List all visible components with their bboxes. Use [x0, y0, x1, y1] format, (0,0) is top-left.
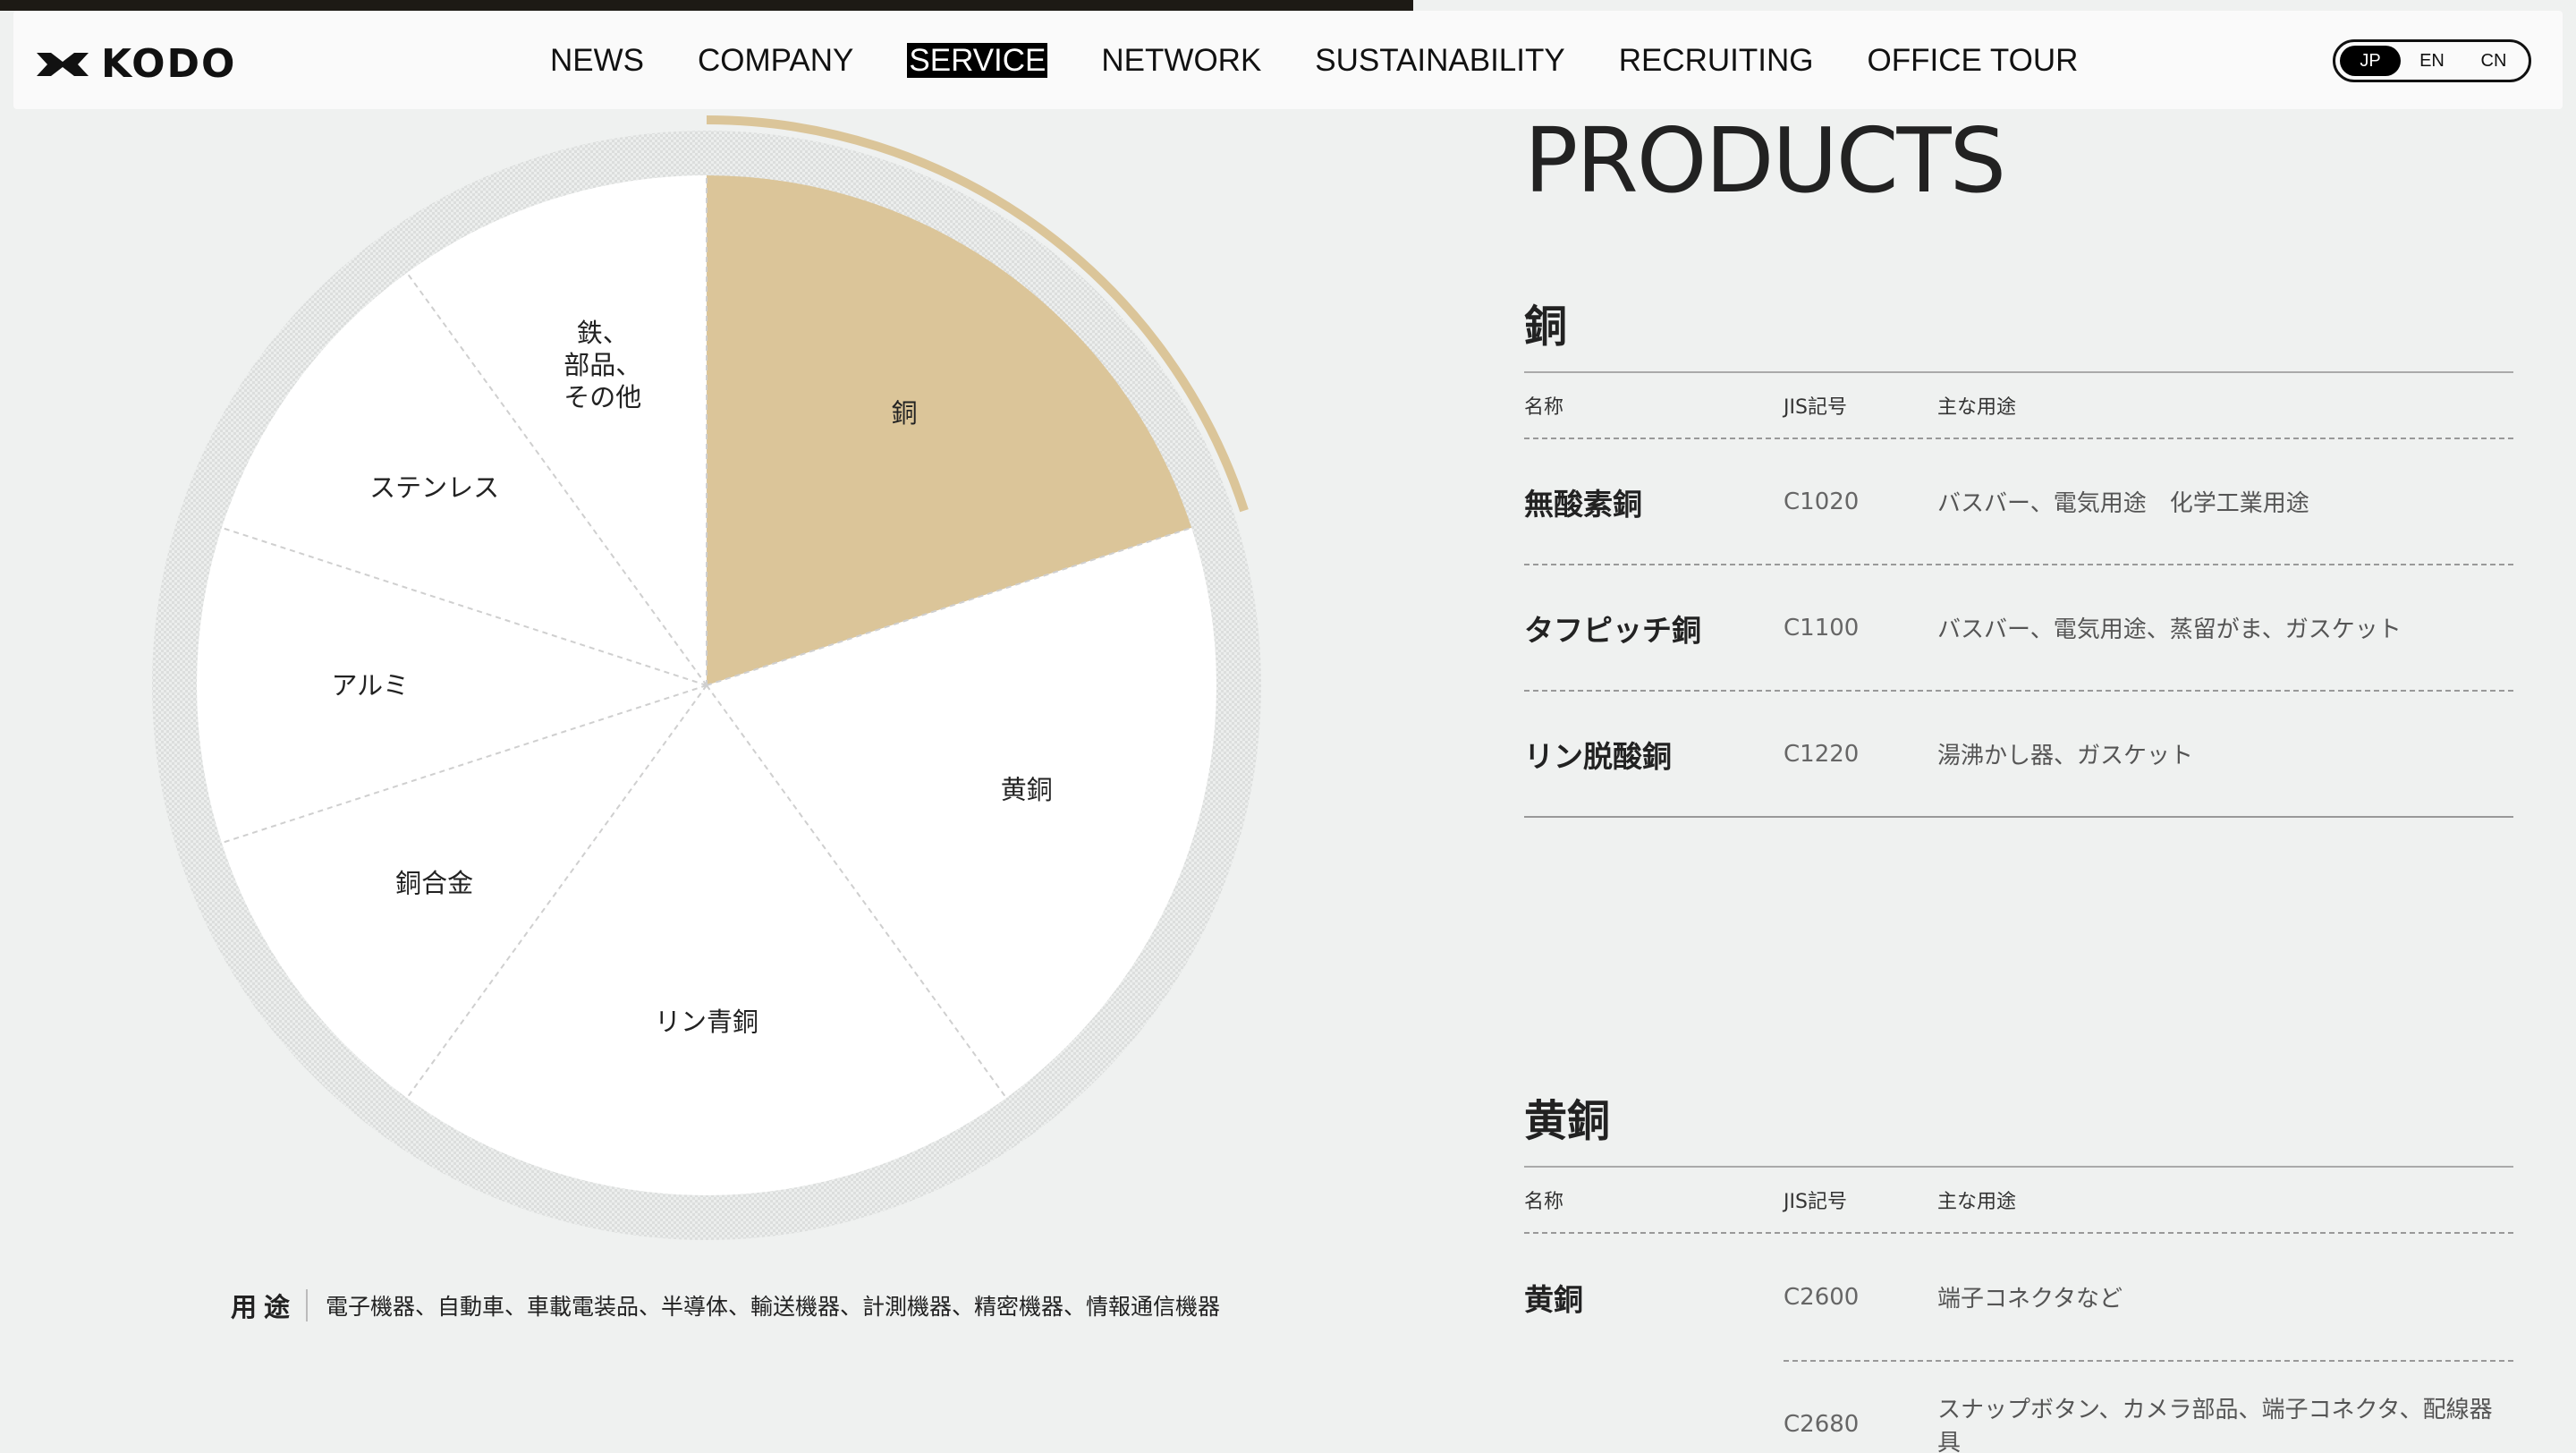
nav-service[interactable]: SERVICE: [907, 42, 1048, 78]
products-section: PRODUCTS 銅 名称 JIS記号 主な用途 無酸素銅 C1020 バスバー…: [1524, 108, 2513, 1453]
product-jis: C2600: [1784, 1283, 1860, 1311]
products-title: PRODUCTS: [1524, 108, 2006, 213]
product-jis: C2680: [1784, 1410, 1860, 1438]
table-row: C2680 スナップボタン、カメラ部品、端子コネクタ、配線器具: [1784, 1360, 2513, 1453]
table-header: 名称 JIS記号 主な用途: [1524, 373, 2513, 439]
product-name: 無酸素銅: [1524, 486, 1642, 522]
usage-divider: [306, 1289, 309, 1321]
usage-text: 電子機器、自動車、車載電装品、半導体、輸送機器、計測機器、精密機器、情報通信機器: [326, 1294, 1221, 1320]
category-copper: 銅 名称 JIS記号 主な用途 無酸素銅 C1020 バスバー、電気用途 化学工…: [1524, 291, 2513, 818]
product-use: バスバー、電気用途、蒸留がま、ガスケット: [1937, 616, 2402, 643]
nav-office-tour[interactable]: OFFICE TOUR: [1868, 43, 2079, 78]
table-row: 黄銅 C2600 端子コネクタなど: [1524, 1234, 2513, 1360]
lang-cn-button[interactable]: CN: [2463, 46, 2524, 76]
usage-line: 用途 電子機器、自動車、車載電装品、半導体、輸送機器、計測機器、精密機器、情報通…: [231, 1287, 1220, 1324]
product-name: リン脱酸銅: [1524, 738, 1672, 774]
nav-recruiting[interactable]: RECRUITING: [1619, 43, 1814, 78]
lang-jp-button[interactable]: JP: [2340, 46, 2401, 76]
slice-label: リン青銅: [655, 1007, 758, 1037]
material-pie-chart: 銅黄銅 リン青銅 銅合金 アルミ ステンレス 鉄、部品、その他: [0, 0, 1413, 1453]
table-row: タフピッチ銅 C1100 バスバー、電気用途、蒸留がま、ガスケット: [1524, 565, 2513, 692]
product-name: 黄銅: [1524, 1281, 1583, 1317]
table-row: 無酸素銅 C1020 バスバー、電気用途 化学工業用途: [1524, 439, 2513, 565]
category-brass: 黄銅 名称 JIS記号 主な用途 黄銅 C2600 端子コネクタなど C2680…: [1524, 1085, 2513, 1453]
header-name: 名称: [1524, 396, 1564, 419]
header-use: 主な用途: [1937, 1191, 2017, 1213]
header-name: 名称: [1524, 1191, 1564, 1213]
product-jis: C1100: [1784, 614, 1860, 642]
slice-label: 銅合金: [395, 868, 473, 898]
nav-network[interactable]: NETWORK: [1101, 43, 1261, 78]
product-use: バスバー、電気用途 化学工業用途: [1937, 490, 2309, 517]
product-jis: C1220: [1784, 740, 1860, 768]
slice-label: 黄銅: [1001, 774, 1053, 804]
header-use: 主な用途: [1937, 396, 2017, 419]
product-name: タフピッチ銅: [1524, 612, 1701, 648]
product-use: スナップボタン、カメラ部品、端子コネクタ、配線器具: [1937, 1396, 2493, 1453]
category-title: 銅: [1524, 291, 2513, 373]
nav-company[interactable]: COMPANY: [698, 43, 853, 78]
logo-mark-icon: [37, 53, 89, 76]
slice-label: ステンレス: [369, 472, 499, 503]
language-switcher: JP EN CN: [2333, 39, 2531, 82]
lang-en-button[interactable]: EN: [2402, 46, 2462, 76]
slice-label: 銅: [892, 398, 918, 429]
product-use: 湯沸かし器、ガスケット: [1937, 743, 2194, 769]
product-use: 端子コネクタなど: [1937, 1286, 2123, 1313]
nav-sustainability[interactable]: SUSTAINABILITY: [1315, 43, 1564, 78]
logo-text: KODO: [101, 41, 237, 87]
table-row: リン脱酸銅 C1220 湯沸かし器、ガスケット: [1524, 692, 2513, 818]
header-jis: JIS記号: [1784, 396, 1847, 419]
table-header: 名称 JIS記号 主な用途: [1524, 1168, 2513, 1234]
slice-label: アルミ: [331, 670, 409, 701]
usage-label: 用途: [231, 1292, 298, 1322]
kodo-logo[interactable]: KODO: [35, 45, 236, 84]
header-jis: JIS記号: [1784, 1191, 1847, 1213]
main-nav: NEWS COMPANY SERVICE NETWORK SUSTAINABIL…: [550, 11, 2078, 109]
product-jis: C1020: [1784, 488, 1860, 515]
site-header: KODO NEWS COMPANY SERVICE NETWORK SUSTAI…: [13, 11, 2563, 109]
pie-chart-svg: 銅黄銅リン青銅銅合金アルミステンレス鉄、部品、その他: [152, 115, 1261, 1240]
category-title: 黄銅: [1524, 1085, 2513, 1168]
nav-news[interactable]: NEWS: [550, 43, 644, 78]
